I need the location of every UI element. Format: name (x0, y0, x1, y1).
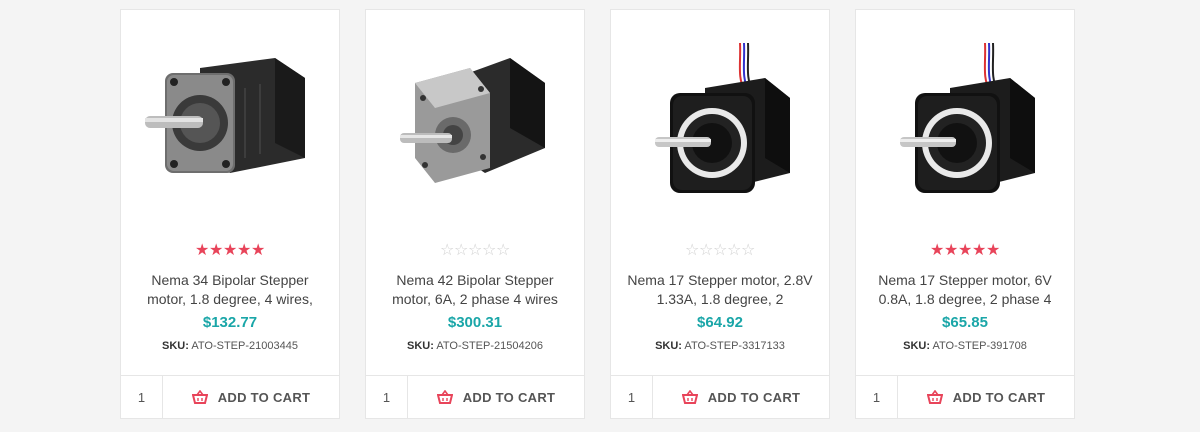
star-empty-icon: ☆ (468, 242, 484, 259)
product-image[interactable] (121, 10, 339, 235)
quantity-input[interactable] (611, 376, 653, 418)
product-title[interactable]: Nema 34 Bipolar Stepper motor, 1.8 degre… (135, 271, 325, 309)
rating-stars: ★★★★★ (856, 242, 1074, 260)
card-footer: ADD TO CART (856, 375, 1074, 418)
star-filled-icon: ★ (930, 242, 946, 259)
product-title[interactable]: Nema 17 Stepper motor, 6V 0.8A, 1.8 degr… (870, 271, 1060, 309)
add-to-cart-label: ADD TO CART (952, 389, 1046, 405)
star-filled-icon: ★ (251, 242, 267, 259)
add-to-cart-button[interactable]: ADD TO CART (408, 376, 584, 418)
star-empty-icon: ☆ (741, 242, 757, 259)
add-to-cart-button[interactable]: ADD TO CART (653, 376, 829, 418)
star-empty-icon: ☆ (496, 242, 512, 259)
star-filled-icon: ★ (972, 242, 988, 259)
basket-icon (926, 390, 943, 404)
add-to-cart-label: ADD TO CART (217, 389, 311, 405)
product-sku: SKU: ATO-STEP-21504206 (366, 340, 584, 352)
product-price: $64.92 (697, 314, 743, 331)
sku-value: ATO-STEP-21504206 (436, 340, 543, 352)
sku-label: SKU: (655, 340, 682, 352)
product-sku: SKU: ATO-STEP-21003445 (121, 340, 339, 352)
rating-stars: ★★★★★ (121, 242, 339, 260)
sku-label: SKU: (162, 340, 189, 352)
card-footer: ADD TO CART (121, 375, 339, 418)
sku-label: SKU: (407, 340, 434, 352)
card-footer: ADD TO CART (611, 375, 829, 418)
sku-value: ATO-STEP-391708 (932, 340, 1027, 352)
star-filled-icon: ★ (195, 242, 211, 259)
product-card: ★★★★★ Nema 34 Bipolar Stepper motor, 1.8… (120, 9, 340, 419)
star-filled-icon: ★ (986, 242, 1002, 259)
add-to-cart-button[interactable]: ADD TO CART (163, 376, 339, 418)
sku-label: SKU: (903, 340, 931, 352)
star-filled-icon: ★ (209, 242, 225, 259)
nema42-motor-icon (400, 57, 545, 183)
product-image[interactable] (611, 10, 829, 235)
nema17-motor-icon (655, 42, 790, 193)
star-empty-icon: ☆ (727, 242, 743, 259)
rating-stars: ☆☆☆☆☆ (611, 242, 829, 260)
star-empty-icon: ☆ (482, 242, 498, 259)
product-sku: SKU: ATO-STEP-391708 (856, 340, 1074, 352)
product-price: $65.85 (942, 314, 988, 331)
star-empty-icon: ☆ (440, 242, 456, 259)
product-image[interactable] (366, 10, 584, 235)
quantity-input[interactable] (121, 376, 163, 418)
star-empty-icon: ☆ (685, 242, 701, 259)
card-footer: ADD TO CART (366, 375, 584, 418)
basket-icon (436, 390, 453, 404)
star-filled-icon: ★ (237, 242, 253, 259)
sku-value: ATO-STEP-3317133 (684, 340, 785, 352)
product-price: $300.31 (447, 314, 503, 331)
product-sku: SKU: ATO-STEP-3317133 (611, 340, 829, 352)
add-to-cart-label: ADD TO CART (707, 389, 801, 405)
basket-icon (681, 390, 698, 404)
product-title[interactable]: Nema 17 Stepper motor, 2.8V 1.33A, 1.8 d… (625, 271, 815, 309)
nema34-motor-icon (145, 57, 305, 173)
product-card: ☆☆☆☆☆ Nema 17 Stepper motor, 2.8V 1.33A,… (610, 9, 830, 419)
star-empty-icon: ☆ (699, 242, 715, 259)
product-price: $132.77 (202, 314, 258, 331)
star-filled-icon: ★ (223, 242, 239, 259)
sku-value: ATO-STEP-21003445 (191, 340, 298, 352)
product-grid: ★★★★★ Nema 34 Bipolar Stepper motor, 1.8… (120, 9, 1075, 419)
star-filled-icon: ★ (944, 242, 960, 259)
rating-stars: ☆☆☆☆☆ (366, 242, 584, 260)
add-to-cart-button[interactable]: ADD TO CART (898, 376, 1074, 418)
product-image[interactable] (856, 10, 1074, 235)
quantity-input[interactable] (366, 376, 408, 418)
star-empty-icon: ☆ (713, 242, 729, 259)
add-to-cart-label: ADD TO CART (462, 389, 556, 405)
nema17-motor-icon (900, 42, 1035, 193)
product-card: ☆☆☆☆☆ Nema 42 Bipolar Stepper motor, 6A,… (365, 9, 585, 419)
basket-icon (191, 390, 208, 404)
product-card: ★★★★★ Nema 17 Stepper motor, 6V 0.8A, 1.… (855, 9, 1075, 419)
star-filled-icon: ★ (958, 242, 974, 259)
product-title[interactable]: Nema 42 Bipolar Stepper motor, 6A, 2 pha… (380, 271, 570, 309)
star-empty-icon: ☆ (454, 242, 470, 259)
quantity-input[interactable] (856, 376, 898, 418)
